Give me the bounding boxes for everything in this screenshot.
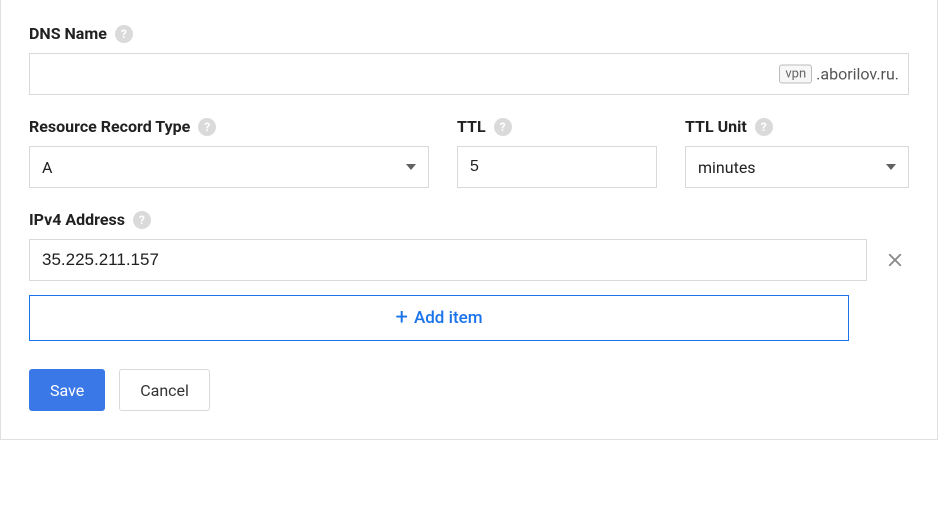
ttl-input[interactable] [457, 146, 657, 188]
save-button[interactable]: Save [29, 369, 105, 411]
cancel-button-label: Cancel [140, 381, 189, 400]
record-ttl-row: Resource Record Type ? A TTL ? TTL Unit … [29, 117, 909, 188]
ttl-unit-label-row: TTL Unit ? [685, 117, 909, 136]
ttl-label: TTL [457, 117, 486, 136]
record-type-value: A [42, 158, 52, 177]
help-icon[interactable]: ? [198, 118, 216, 136]
ttl-unit-field: TTL Unit ? minutes [685, 117, 909, 188]
dns-name-label: DNS Name [29, 24, 107, 43]
help-icon[interactable]: ? [133, 211, 151, 229]
ttl-label-row: TTL ? [457, 117, 657, 136]
dns-name-field: DNS Name ? vpn .aborilov.ru. [29, 24, 909, 95]
plus-icon: + [395, 307, 407, 329]
chevron-down-icon [886, 164, 896, 170]
ipv4-label: IPv4 Address [29, 210, 125, 229]
dns-name-suffix: vpn .aborilov.ru. [779, 65, 899, 84]
cancel-button[interactable]: Cancel [119, 369, 210, 411]
add-item-label: Add item [414, 308, 483, 328]
dns-prefix-badge: vpn [779, 65, 812, 84]
ipv4-label-row: IPv4 Address ? [29, 210, 909, 229]
help-icon[interactable]: ? [494, 118, 512, 136]
record-type-select[interactable]: A [29, 146, 429, 188]
ipv4-input[interactable] [29, 239, 867, 281]
dns-name-input[interactable] [29, 53, 909, 95]
chevron-down-icon [406, 164, 416, 170]
ttl-field: TTL ? [457, 117, 657, 188]
save-button-label: Save [50, 381, 84, 400]
ttl-unit-select[interactable]: minutes [685, 146, 909, 188]
ttl-unit-value: minutes [698, 158, 756, 177]
record-type-label-row: Resource Record Type ? [29, 117, 429, 136]
add-item-button[interactable]: + Add item [29, 295, 849, 341]
ttl-unit-label: TTL Unit [685, 117, 747, 136]
help-icon[interactable]: ? [755, 118, 773, 136]
remove-item-button[interactable] [881, 246, 909, 274]
dns-zone-suffix: .aborilov.ru. [816, 65, 899, 84]
help-icon[interactable]: ? [115, 25, 133, 43]
dns-name-label-row: DNS Name ? [29, 24, 909, 43]
ipv4-entry-row [29, 239, 909, 281]
record-type-field: Resource Record Type ? A [29, 117, 429, 188]
action-buttons: Save Cancel [29, 369, 909, 411]
record-type-label: Resource Record Type [29, 117, 190, 136]
dns-record-form: DNS Name ? vpn .aborilov.ru. Resource Re… [0, 0, 938, 440]
close-icon [884, 249, 906, 271]
ipv4-field: IPv4 Address ? + Add item [29, 210, 909, 341]
dns-name-input-wrapper: vpn .aborilov.ru. [29, 53, 909, 95]
